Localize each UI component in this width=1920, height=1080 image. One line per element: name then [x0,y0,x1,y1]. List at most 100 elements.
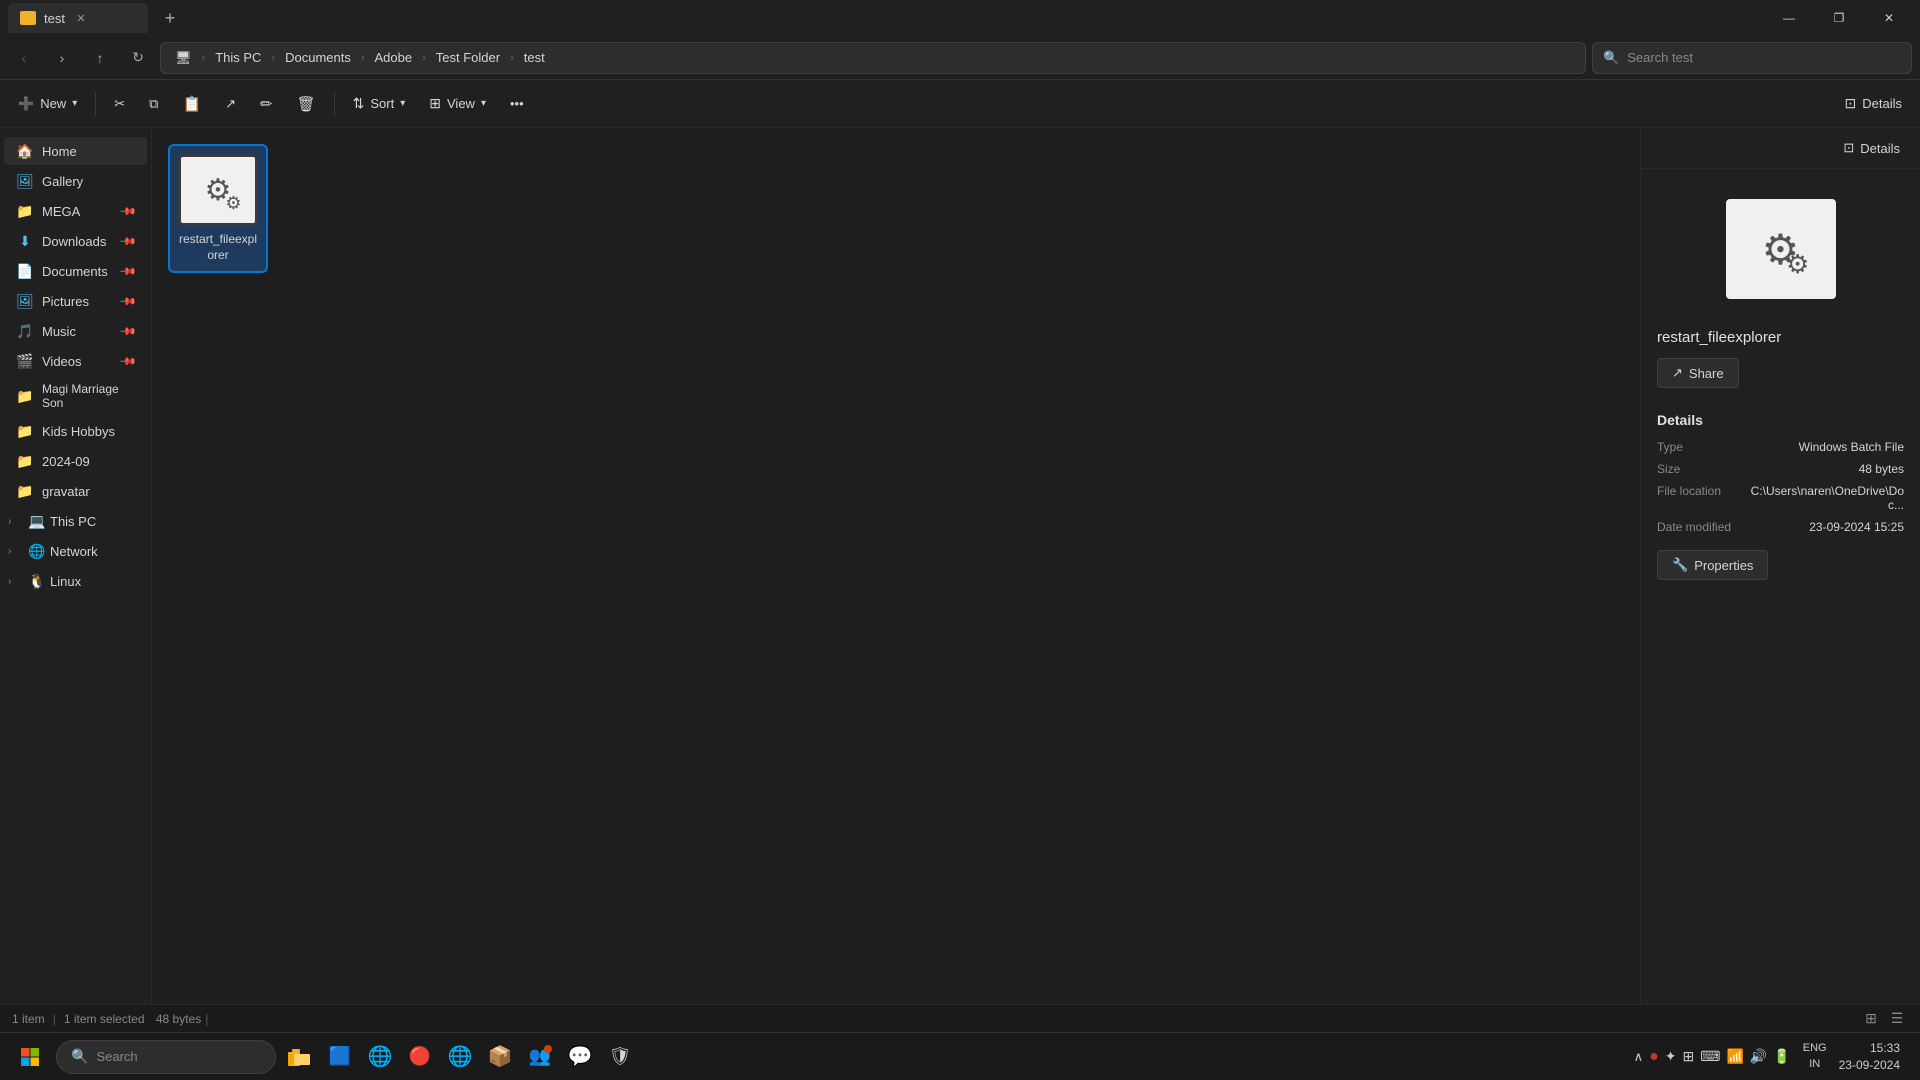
sidebar-item-pictures[interactable]: 🖼 Pictures 📌 [4,287,147,315]
paste-button[interactable]: 📋 [172,87,211,121]
new-button[interactable]: ➕ New ▾ [8,87,87,121]
properties-label: Properties [1694,558,1753,573]
folder-tab[interactable]: test ✕ [8,3,148,33]
address-thispc[interactable]: This PC [211,48,265,67]
list-view-button[interactable]: ☰ [1886,1008,1908,1030]
taskbar-files-button[interactable]: 📦 [484,1041,516,1073]
sidebar-item-gallery[interactable]: 🖼 Gallery [4,167,147,195]
files-icon: 📦 [488,1044,513,1069]
sidebar-item-kids[interactable]: 📁 Kids Hobbys [4,417,147,445]
sidebar-home-label: Home [42,144,77,159]
cut-button[interactable]: ✂ [104,87,135,121]
taskbar-red-app-button[interactable]: 🔴 [404,1041,436,1073]
sidebar-item-documents[interactable]: 📄 Documents 📌 [4,257,147,285]
chrome2-icon: 🌐 [448,1044,473,1069]
address-monitor-icon: 🖥 [171,48,196,68]
taskbar-browser-button[interactable]: 🟦 [324,1041,356,1073]
up-button[interactable]: ↑ [84,42,116,74]
windows-logo-icon [20,1047,40,1067]
file-item-restart[interactable]: ⚙ ⚙ restart_fileexplorer [168,144,268,273]
view-chevron-icon: ▾ [481,98,486,109]
videos-icon: 🎬 [16,352,34,370]
taskbar-file-explorer-wrap [284,1041,316,1073]
details-file-preview-area: ⚙ ⚙ [1641,169,1920,329]
share-action-button[interactable]: ↗ Share [1657,358,1739,388]
details-location-label: File location [1657,484,1721,512]
sidebar-pictures-label: Pictures [42,294,89,309]
sidebar-item-videos[interactable]: 🎬 Videos 📌 [4,347,147,375]
taskbar-search-box[interactable]: 🔍 Search [56,1040,276,1074]
sidebar-linux-label: Linux [50,574,81,589]
address-documents[interactable]: Documents [281,48,355,67]
address-test[interactable]: test [520,48,549,67]
sidebar-gallery-label: Gallery [42,174,83,189]
taskbar-chrome-button[interactable]: 🌐 [364,1041,396,1073]
forward-button[interactable]: › [46,42,78,74]
taskbar-teams-button[interactable]: 👥 [524,1041,556,1073]
kids-folder-icon: 📁 [16,422,34,440]
system-clock[interactable]: 15:33 23-09-2024 [1831,1040,1908,1074]
file-explorer-icon [288,1047,312,1067]
new-icon: ➕ [18,96,34,112]
batch-file-icon: ⚙ ⚙ [181,157,255,223]
rename-button[interactable]: ✏ [250,87,283,121]
properties-button[interactable]: 🔧 Properties [1657,550,1768,580]
sidebar-videos-label: Videos [42,354,82,369]
grid-view-button[interactable]: ⊞ [1860,1008,1882,1030]
file-area[interactable]: ⚙ ⚙ restart_fileexplorer [152,128,1640,1004]
taskbar-chrome2-button[interactable]: 🌐 [444,1041,476,1073]
view-button[interactable]: ⊞ View ▾ [419,87,496,121]
sidebar-item-home[interactable]: 🏠 Home [4,137,147,165]
sidebar-item-downloads[interactable]: ⬇ Downloads 📌 [4,227,147,255]
system-tray: ∧ ● ✦ ⊞ ⌨ 📶 🔊 🔋 [1626,1048,1799,1066]
custom-icon-2: ⊞ [1683,1048,1695,1065]
details-modified-value: 23-09-2024 15:25 [1809,520,1904,534]
new-tab-button[interactable]: + [156,4,184,32]
sidebar-item-music[interactable]: 🎵 Music 📌 [4,317,147,345]
details-toggle-button[interactable]: ⊡ Details [1835,136,1908,160]
teams-notification-badge [544,1045,552,1053]
minimize-button[interactable]: — [1766,2,1812,34]
back-button[interactable]: ‹ [8,42,40,74]
maximize-button[interactable]: ❐ [1816,2,1862,34]
magi-folder-icon: 📁 [16,387,34,405]
tab-close-button[interactable]: ✕ [73,10,89,26]
address-adobe[interactable]: Adobe [371,48,417,67]
sort-button[interactable]: ⇅ Sort ▾ [343,87,416,121]
taskbar-shield-button[interactable]: 🛡 [604,1041,636,1073]
new-chevron-icon: ▾ [72,98,77,109]
details-location-row: File location C:\Users\naren\OneDrive\Do… [1641,480,1920,516]
details-size-label: Size [1657,462,1680,476]
copy-icon: ⧉ [149,96,158,112]
address-bar[interactable]: 🖥 › This PC › Documents › Adobe › Test F… [160,42,1586,74]
chrome-icon: 🌐 [368,1044,393,1069]
gravatar-folder-icon: 📁 [16,482,34,500]
sidebar-downloads-label: Downloads [42,234,106,249]
delete-button[interactable]: 🗑 [287,87,326,121]
window-controls: — ❐ ✕ [1766,2,1912,34]
close-button[interactable]: ✕ [1866,2,1912,34]
sidebar-item-2024[interactable]: 📁 2024-09 [4,447,147,475]
refresh-button[interactable]: ↻ [122,42,154,74]
taskbar-whatsapp-button[interactable]: 💬 [564,1041,596,1073]
status-view-toggle: ⊞ ☰ [1860,1008,1908,1030]
address-testfolder[interactable]: Test Folder [432,48,504,67]
start-button[interactable] [12,1039,48,1075]
taskbar-file-explorer-button[interactable] [284,1041,316,1073]
volume-icon: 🔊 [1750,1048,1767,1065]
search-bar[interactable]: 🔍 Search test [1592,42,1912,74]
share-icon: ↗ [225,96,236,112]
more-button[interactable]: ••• [500,87,534,121]
sidebar-item-magi[interactable]: 📁 Magi Marriage Son [4,377,147,415]
sidebar-item-linux[interactable]: › 🐧 Linux [4,567,147,595]
language-indicator: ENG IN [1803,1041,1827,1072]
chevron-up-icon[interactable]: ∧ [1634,1049,1644,1065]
sidebar-item-thispc[interactable]: › 💻 This PC [4,507,147,535]
copy-button[interactable]: ⧉ [139,87,168,121]
time-display: 15:33 [1839,1040,1900,1057]
details-button[interactable]: ⊡ Details [1835,87,1912,121]
share-button[interactable]: ↗ [215,87,246,121]
sidebar-item-gravatar[interactable]: 📁 gravatar [4,477,147,505]
sidebar-item-mega[interactable]: 📁 MEGA 📌 [4,197,147,225]
sidebar-item-network[interactable]: › 🌐 Network [4,537,147,565]
